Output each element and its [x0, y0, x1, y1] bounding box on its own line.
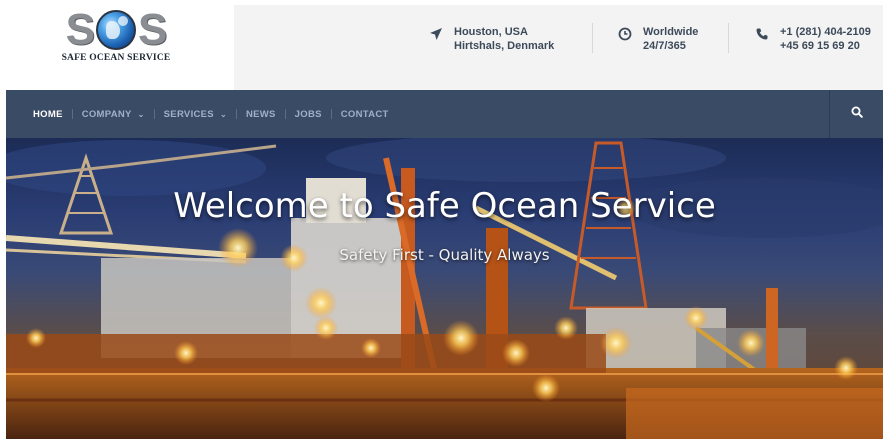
phone-line-2[interactable]: +45 69 15 69 20	[780, 39, 871, 53]
chevron-down-icon: ⌄	[137, 109, 145, 119]
nav-item-label: SERVICES	[163, 108, 214, 120]
globe-icon	[96, 10, 136, 50]
nav-menu: HOME COMPANY ⌄ SERVICES ⌄ NEWS JOBS CONTAC…	[33, 90, 389, 138]
hours-info: Worldwide 24/7/365	[617, 25, 698, 53]
nav-item-label: COMPANY	[81, 108, 132, 120]
clock-icon	[617, 26, 633, 42]
phone-icon	[754, 26, 770, 42]
location-arrow-icon	[428, 26, 444, 42]
nav-item-label: JOBS	[294, 108, 322, 120]
location-line-1: Houston, USA	[454, 26, 528, 38]
nav-item-contact[interactable]: CONTACT	[341, 109, 389, 120]
nav-divider	[330, 109, 332, 119]
search-icon	[851, 105, 863, 123]
nav-item-label: NEWS	[245, 108, 276, 120]
nav-item-label: HOME	[33, 108, 63, 120]
hero-title: Welcome to Safe Ocean Service	[173, 186, 716, 226]
search-button[interactable]	[829, 90, 883, 138]
hero-oil-rig-image	[6, 138, 883, 439]
info-divider	[728, 23, 729, 53]
location-line-2: Hirtshals, Denmark	[454, 40, 555, 52]
hours-line-1: Worldwide	[643, 26, 699, 38]
nav-item-jobs[interactable]: JOBS	[295, 109, 322, 120]
nav-divider	[235, 109, 237, 119]
info-divider	[592, 23, 593, 53]
nav-item-label: CONTACT	[340, 108, 389, 120]
hero-subtitle: Safety First - Quality Always	[339, 246, 550, 264]
logo-text: SAFE OCEAN SERVICE	[61, 53, 171, 63]
nav-divider	[71, 109, 73, 119]
phone-line-1[interactable]: +1 (281) 404-2109	[780, 25, 871, 39]
phone-info: +1 (281) 404-2109 +45 69 15 69 20	[754, 25, 871, 53]
nav-item-home[interactable]: HOME	[33, 109, 63, 120]
nav-item-company[interactable]: COMPANY ⌄	[82, 109, 145, 120]
nav-item-news[interactable]: NEWS	[246, 109, 276, 120]
main-navigation: HOME COMPANY ⌄ SERVICES ⌄ NEWS JOBS CONTAC…	[6, 90, 883, 138]
chevron-down-icon: ⌄	[219, 109, 227, 119]
logo-letter-s-left: S	[65, 5, 95, 54]
hero-banner: Welcome to Safe Ocean Service Safety Fir…	[6, 138, 883, 439]
site-logo[interactable]: S S SAFE OCEAN SERVICE	[46, 8, 186, 64]
logo-area: S S SAFE OCEAN SERVICE	[6, 0, 234, 90]
contact-info-bar: Houston, USA Hirtshals, Denmark Worldwid…	[234, 5, 883, 90]
nav-divider	[284, 109, 286, 119]
nav-divider	[153, 109, 155, 119]
hours-line-2: 24/7/365	[643, 40, 686, 52]
location-info: Houston, USA Hirtshals, Denmark	[428, 25, 554, 53]
nav-item-services[interactable]: SERVICES ⌄	[164, 109, 227, 120]
logo-letter-s-right: S	[138, 5, 167, 54]
logo-mark: S S	[46, 8, 186, 52]
